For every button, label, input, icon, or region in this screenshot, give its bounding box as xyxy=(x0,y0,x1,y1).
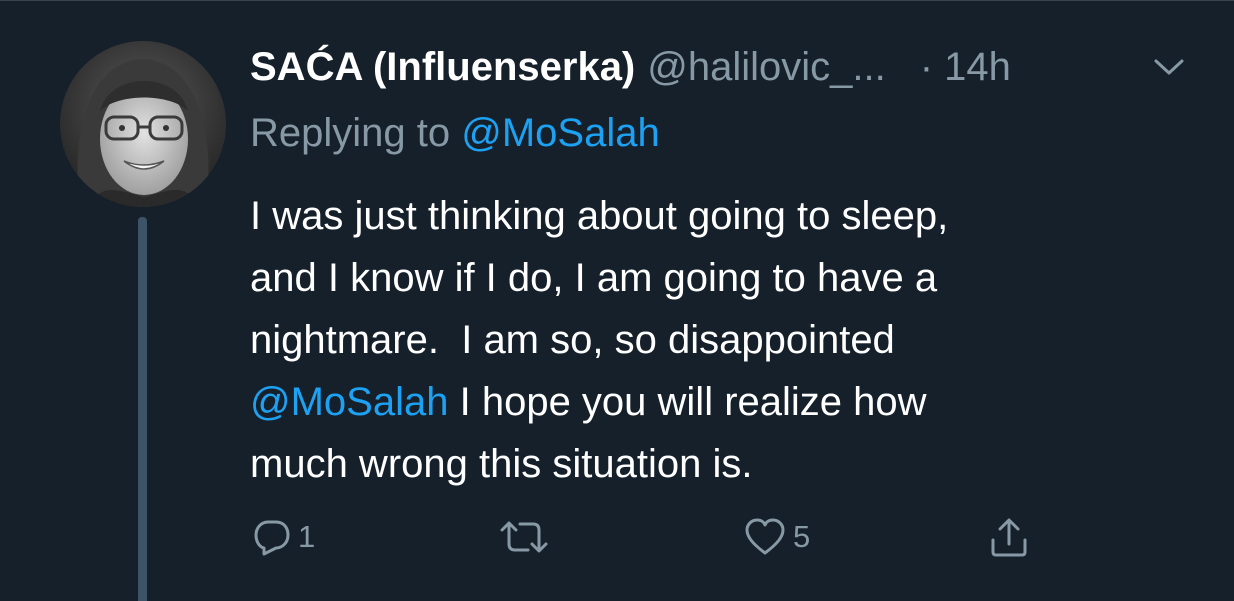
chevron-down-icon[interactable] xyxy=(1152,56,1186,78)
reply-count: 1 xyxy=(298,519,316,554)
top-divider xyxy=(0,0,1234,1)
share-button[interactable] xyxy=(988,512,1030,562)
timestamp[interactable]: · 14h xyxy=(920,45,1011,89)
tweet-header: SAĆA (Influenserka) @halilovic_... · 14h xyxy=(250,44,1190,90)
mention-link[interactable]: @MoSalah xyxy=(250,380,448,424)
display-name[interactable]: SAĆA (Influenserka) xyxy=(250,45,635,89)
like-button[interactable]: 5 xyxy=(743,512,810,562)
avatar[interactable] xyxy=(60,41,226,207)
tweet-actions: 1 5 xyxy=(250,512,1050,562)
reply-button[interactable]: 1 xyxy=(252,512,315,562)
tweet-text-line: much wrong this situation is. xyxy=(250,442,753,486)
tweet-text-line: and I know if I do, I am going to have a xyxy=(250,256,938,300)
retweet-button[interactable] xyxy=(498,512,556,562)
replying-to-mention[interactable]: @MoSalah xyxy=(461,111,659,155)
avatar-photo xyxy=(60,41,226,207)
tweet-text-line: I was just thinking about going to sleep… xyxy=(250,194,949,238)
like-count: 5 xyxy=(793,519,811,554)
reply-icon xyxy=(254,520,290,556)
replying-to: Replying to @MoSalah xyxy=(250,110,660,156)
user-handle[interactable]: @halilovic_... xyxy=(647,45,885,89)
share-icon xyxy=(991,518,1027,557)
retweet-icon xyxy=(500,521,548,553)
tweet-text: I was just thinking about going to sleep… xyxy=(250,185,1150,495)
heart-icon xyxy=(745,518,785,555)
tweet-text-line: nightmare. I am so, so disappointed xyxy=(250,318,895,362)
tweet-text-line: @MoSalah I hope you will realize how xyxy=(250,371,1150,433)
tweet-text-fragment: I hope you will realize how xyxy=(448,380,927,424)
replying-to-label: Replying to xyxy=(250,111,462,155)
thread-line xyxy=(138,217,147,601)
